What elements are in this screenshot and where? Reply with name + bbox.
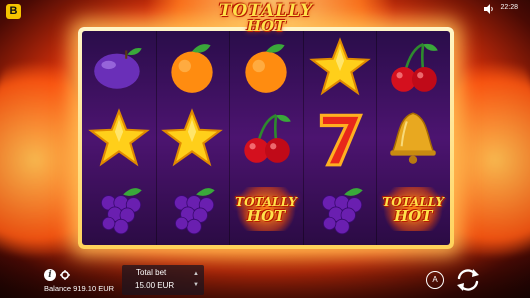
reel-symbol-totally-hot: TOTALLY HOT xyxy=(229,174,303,245)
balance-label: Balance 919.10 EUR xyxy=(44,284,115,293)
info-icon[interactable]: i xyxy=(44,269,56,281)
reels-grid: TOTALLY HOT TOTALLY HOT xyxy=(82,31,450,245)
totally-hot-symbol: TOTALLY HOT xyxy=(233,187,299,232)
reel-symbol-star xyxy=(303,31,377,102)
reel-symbol-totally-hot: TOTALLY HOT xyxy=(376,174,450,245)
chevron-down-icon[interactable]: ▼ xyxy=(193,280,199,291)
brand-badge[interactable]: B xyxy=(6,4,21,19)
bet-stepper[interactable]: ▲ ▼ xyxy=(193,269,199,291)
total-bet-value: 15.00 EUR xyxy=(135,281,175,290)
reel-symbol-cherry xyxy=(376,31,450,102)
reel-symbol-grapes xyxy=(156,174,230,245)
clock: 22:28 xyxy=(500,4,518,11)
total-bet-label: Total bet xyxy=(136,268,167,277)
reel-symbol-orange xyxy=(229,31,303,102)
reel-symbol-star xyxy=(156,102,230,173)
reel-symbol-seven xyxy=(303,102,377,173)
totally-hot-symbol: TOTALLY HOT xyxy=(380,187,446,232)
chevron-up-icon[interactable]: ▲ xyxy=(193,269,199,280)
reel-symbol-grapes xyxy=(303,174,377,245)
autoplay-button[interactable]: A xyxy=(426,271,444,289)
reel-symbol-plum xyxy=(82,31,156,102)
reel-symbol-bell xyxy=(376,102,450,173)
left-controls: i xyxy=(44,269,70,281)
reels-frame: TOTALLY HOT TOTALLY HOT xyxy=(78,27,454,249)
reel-symbol-star xyxy=(82,102,156,173)
reel-symbol-cherry xyxy=(229,102,303,173)
spin-button[interactable] xyxy=(454,266,482,294)
game-logo: TOTALLY HOT xyxy=(218,1,314,35)
total-bet-box[interactable]: Total bet 15.00 EUR ▲ ▼ xyxy=(122,265,204,295)
flame-left xyxy=(0,40,90,280)
reel-symbol-orange xyxy=(156,31,230,102)
gear-icon[interactable] xyxy=(60,270,70,280)
speaker-icon[interactable] xyxy=(484,4,494,14)
reel-symbol-grapes xyxy=(82,174,156,245)
